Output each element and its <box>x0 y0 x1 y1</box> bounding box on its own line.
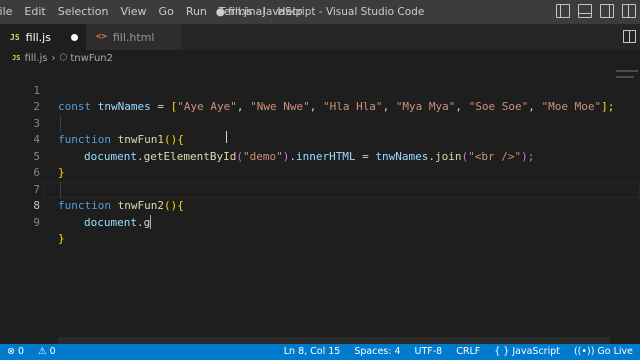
indentation[interactable]: Spaces: 4 <box>347 344 407 360</box>
line-content: document.g <box>84 214 152 229</box>
menu-bar: File Edit Selection View Go Run Terminal… <box>0 0 308 24</box>
tab-label: fill.js <box>25 30 51 44</box>
split-editor-icon[interactable] <box>623 30 636 43</box>
text-cursor <box>150 214 152 229</box>
layout-controls <box>556 4 636 18</box>
line-content: } <box>58 232 65 245</box>
tab-fill-js[interactable]: JS fill.js <box>0 24 86 50</box>
toggle-panel-icon[interactable] <box>578 4 592 18</box>
html-file-icon: <> <box>96 32 107 42</box>
line-number: 9 <box>33 215 40 229</box>
language-mode[interactable]: { } JavaScript <box>487 344 567 360</box>
menu-edit[interactable]: Edit <box>18 0 51 24</box>
code-line-3: 3 function tnwFun1(){ <box>0 99 640 147</box>
mouse-ibeam-cursor <box>226 131 232 143</box>
tab-label: fill.html <box>112 30 155 44</box>
javascript-file-icon: JS <box>10 32 20 42</box>
tab-fill-html[interactable]: <> fill.html <box>86 24 182 50</box>
code-editor[interactable]: 1 const tnwNames = ["Aye Aye", "Nwe Nwe"… <box>0 66 640 344</box>
function-symbol-icon: ⬡ <box>59 53 68 63</box>
code-line-5: 5 } <box>0 132 640 180</box>
unsaved-dot-icon[interactable] <box>71 34 78 41</box>
code-line-7: 7 function tnwFun2(){ <box>0 165 640 213</box>
code-line-4: 4 document.getElementById("demo").innerH… <box>0 116 640 163</box>
breadcrumb-separator: › <box>51 52 56 64</box>
minimap[interactable] <box>616 76 634 78</box>
code-line-2: 2 <box>0 83 640 113</box>
breadcrumb: JS fill.js › ⬡ tnwFun2 <box>0 50 113 66</box>
go-live-button[interactable]: ((•)) Go Live <box>567 344 640 360</box>
menu-go[interactable]: Go <box>153 0 180 24</box>
end-of-line[interactable]: CRLF <box>449 344 487 360</box>
problems-errors[interactable]: ⊗ 0 <box>0 344 31 360</box>
status-bar: ⊗ 0 ⚠ 0 Ln 8, Col 15 Spaces: 4 UTF-8 CRL… <box>0 344 640 360</box>
code-line-6: 6 <box>0 149 640 179</box>
toggle-secondary-sidebar-icon[interactable] <box>600 4 614 18</box>
code-line-8: 8 document.g <box>0 182 640 229</box>
customize-layout-icon[interactable] <box>622 4 636 18</box>
breadcrumb-symbol[interactable]: tnwFun2 <box>70 53 113 64</box>
toggle-primary-sidebar-icon[interactable] <box>556 4 570 18</box>
title-bar: File Edit Selection View Go Run Terminal… <box>0 0 640 24</box>
broadcast-icon: ((•)) <box>573 346 595 357</box>
menu-terminal[interactable]: Terminal <box>213 0 272 24</box>
code-line-9: 9 } <box>0 198 640 246</box>
breadcrumb-file[interactable]: fill.js <box>24 53 47 64</box>
code-line-1: 1 const tnwNames = ["Aye Aye", "Nwe Nwe"… <box>0 66 640 114</box>
menu-help[interactable]: Help <box>271 0 308 24</box>
encoding[interactable]: UTF-8 <box>408 344 450 360</box>
minimap[interactable] <box>616 70 638 72</box>
menu-view[interactable]: View <box>114 0 152 24</box>
editor-tab-bar: JS fill.js <> fill.html <box>0 24 640 50</box>
menu-selection[interactable]: Selection <box>52 0 115 24</box>
braces-icon: { } <box>494 346 510 357</box>
menu-run[interactable]: Run <box>180 0 213 24</box>
menu-file[interactable]: File <box>0 0 18 24</box>
horizontal-scrollbar[interactable] <box>58 337 610 344</box>
javascript-file-icon: JS <box>12 54 21 62</box>
problems-warnings[interactable]: ⚠ 0 <box>31 344 63 360</box>
cursor-position[interactable]: Ln 8, Col 15 <box>277 344 348 360</box>
